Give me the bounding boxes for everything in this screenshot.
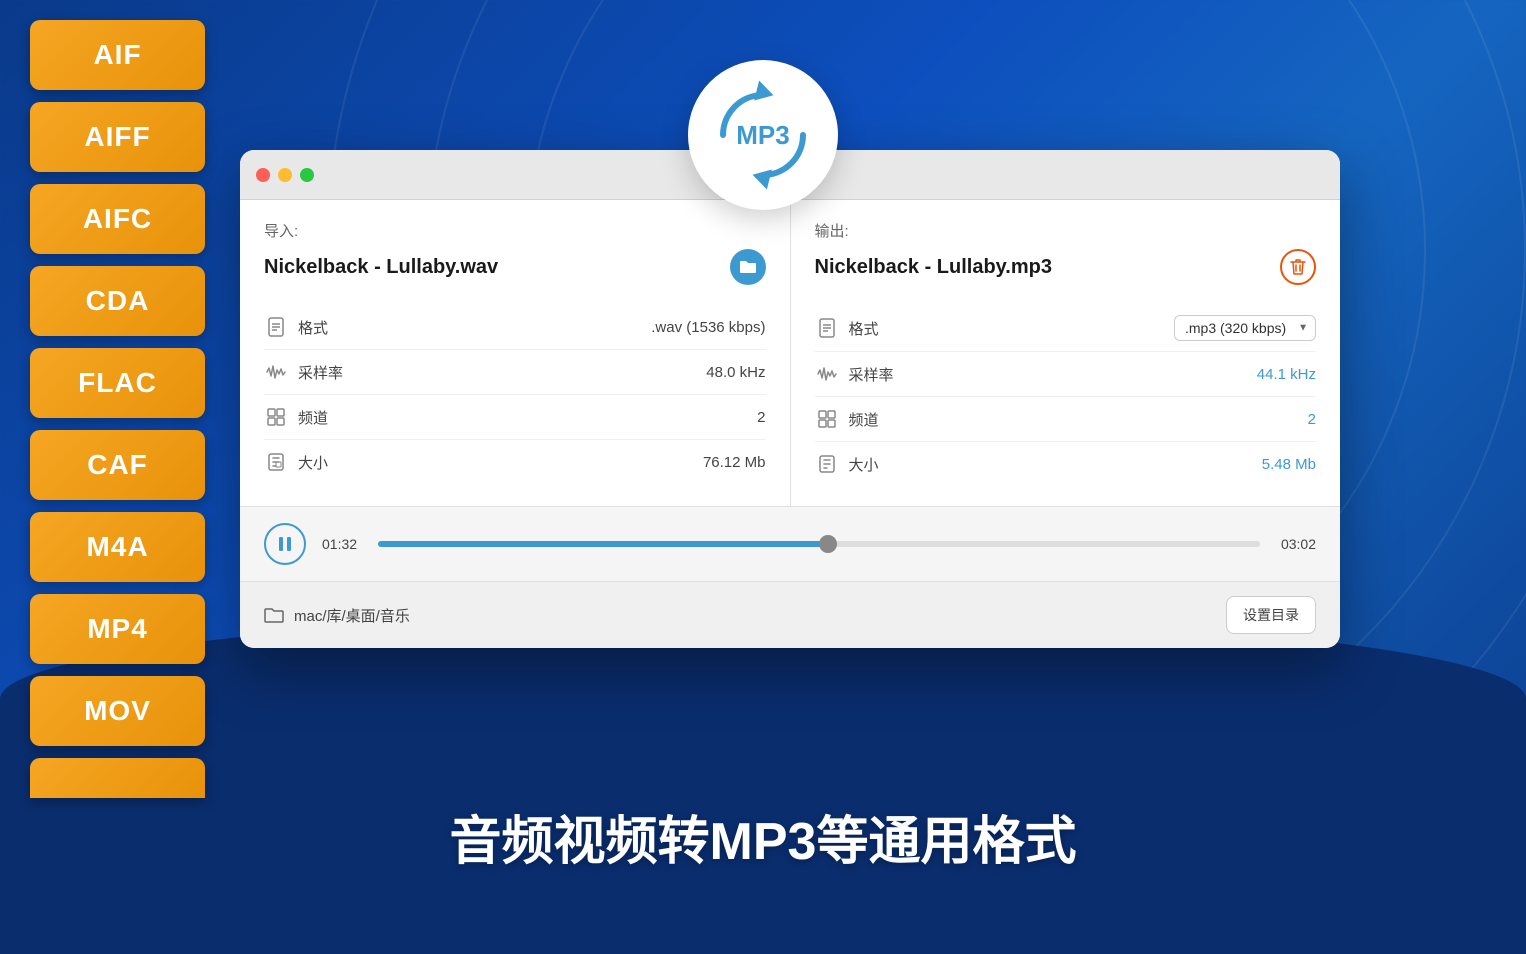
window-controls xyxy=(256,168,314,182)
format-btn-aiff[interactable]: AIFF xyxy=(30,102,205,172)
output-panel: 输出: Nickelback - Lullaby.mp3 xyxy=(791,200,1341,506)
format-btn-aifc[interactable]: AIFC xyxy=(30,184,205,254)
output-samplerate-label: 采样率 xyxy=(849,364,1257,385)
import-prop-samplerate: 采样率 48.0 kHz xyxy=(264,350,766,395)
folder-path-row: mac/库/桌面/音乐 xyxy=(264,605,410,626)
import-channels-value: 2 xyxy=(757,409,765,426)
play-pause-button[interactable] xyxy=(264,523,306,565)
output-channels-label: 频道 xyxy=(849,409,1308,430)
format-btn-mp4[interactable]: MP4 xyxy=(30,594,205,664)
content-area: 导入: Nickelback - Lullaby.wav xyxy=(240,200,1340,506)
mp3-badge: MP3 xyxy=(688,60,838,210)
footer-bar: mac/库/桌面/音乐 设置目录 xyxy=(240,581,1340,648)
output-filesize-icon xyxy=(817,454,837,474)
output-file-doc-icon xyxy=(818,318,836,338)
import-size-value: 76.12 Mb xyxy=(703,454,766,471)
channels-icon xyxy=(264,405,288,429)
window-maximize-button[interactable] xyxy=(300,168,314,182)
output-samplerate-icon xyxy=(815,362,839,386)
format-btn-partial xyxy=(30,758,205,798)
folder-icon xyxy=(739,259,757,275)
player-bar: 01:32 03:02 xyxy=(240,506,1340,581)
import-file-name: Nickelback - Lullaby.wav xyxy=(264,256,498,279)
import-size-label: 大小 xyxy=(298,452,703,473)
import-prop-format: 格式 .wav (1536 kbps) xyxy=(264,305,766,350)
trash-icon xyxy=(1290,258,1306,276)
import-samplerate-label: 采样率 xyxy=(298,362,706,383)
output-size-icon xyxy=(815,452,839,476)
import-panel: 导入: Nickelback - Lullaby.wav xyxy=(240,200,791,506)
progress-fill xyxy=(378,541,828,547)
import-format-label: 格式 xyxy=(298,317,651,338)
format-btn-m4a[interactable]: M4A xyxy=(30,512,205,582)
time-current: 01:32 xyxy=(322,536,362,552)
import-format-value: .wav (1536 kbps) xyxy=(651,319,765,336)
output-format-label: 格式 xyxy=(849,318,1175,339)
import-file-name-row: Nickelback - Lullaby.wav xyxy=(264,249,766,285)
progress-thumb[interactable] xyxy=(819,535,837,553)
bottom-text: 音频视频转MP3等通用格式 xyxy=(450,799,1077,874)
mp3-circle: MP3 xyxy=(688,60,838,210)
format-select-wrapper: .mp3 (320 kbps) xyxy=(1174,315,1316,341)
waveform-icon xyxy=(266,364,286,380)
import-label: 导入: xyxy=(264,220,766,241)
filesize-icon xyxy=(266,452,286,472)
bottom-curve xyxy=(0,614,1526,954)
mp3-arrows-icon xyxy=(688,60,838,210)
output-file-name-row: Nickelback - Lullaby.mp3 xyxy=(815,249,1317,285)
window-minimize-button[interactable] xyxy=(278,168,292,182)
output-format-icon xyxy=(815,316,839,340)
format-icon xyxy=(264,315,288,339)
output-label: 输出: xyxy=(815,220,1317,241)
output-channels-value: 2 xyxy=(1308,411,1316,428)
size-icon xyxy=(264,450,288,474)
output-size-label: 大小 xyxy=(849,454,1262,475)
progress-track[interactable] xyxy=(378,541,1260,547)
path-folder-icon xyxy=(264,606,284,624)
output-size-value: 5.48 Mb xyxy=(1262,456,1316,473)
output-prop-format: 格式 .mp3 (320 kbps) xyxy=(815,305,1317,352)
delete-button[interactable] xyxy=(1280,249,1316,285)
time-total: 03:02 xyxy=(1276,536,1316,552)
output-samplerate-value: 44.1 kHz xyxy=(1257,366,1316,383)
format-btn-flac[interactable]: FLAC xyxy=(30,348,205,418)
output-file-name: Nickelback - Lullaby.mp3 xyxy=(815,256,1053,279)
samplerate-icon xyxy=(264,360,288,384)
output-waveform-icon xyxy=(817,366,837,382)
folder-path: mac/库/桌面/音乐 xyxy=(294,605,410,626)
import-prop-size: 大小 76.12 Mb xyxy=(264,440,766,484)
output-prop-samplerate: 采样率 44.1 kHz xyxy=(815,352,1317,397)
import-prop-channels: 频道 2 xyxy=(264,395,766,440)
import-samplerate-value: 48.0 kHz xyxy=(706,364,765,381)
channel-icon xyxy=(266,407,286,427)
output-channel-icon xyxy=(817,409,837,429)
import-channels-label: 频道 xyxy=(298,407,757,428)
main-window: 导入: Nickelback - Lullaby.wav xyxy=(240,150,1340,648)
output-channels-icon xyxy=(815,407,839,431)
output-prop-channels: 频道 2 xyxy=(815,397,1317,442)
format-btn-cda[interactable]: CDA xyxy=(30,266,205,336)
import-folder-button[interactable] xyxy=(730,249,766,285)
file-doc-icon xyxy=(267,317,285,337)
set-dir-button[interactable]: 设置目录 xyxy=(1226,596,1316,634)
pause-icon xyxy=(278,536,292,552)
format-btn-aif[interactable]: AIF xyxy=(30,20,205,90)
format-btn-mov[interactable]: MOV xyxy=(30,676,205,746)
format-btn-caf[interactable]: CAF xyxy=(30,430,205,500)
output-prop-size: 大小 5.48 Mb xyxy=(815,442,1317,486)
format-list: AIF AIFF AIFC CDA FLAC CAF M4A MP4 MOV xyxy=(30,20,205,798)
format-select[interactable]: .mp3 (320 kbps) xyxy=(1174,315,1316,341)
window-close-button[interactable] xyxy=(256,168,270,182)
